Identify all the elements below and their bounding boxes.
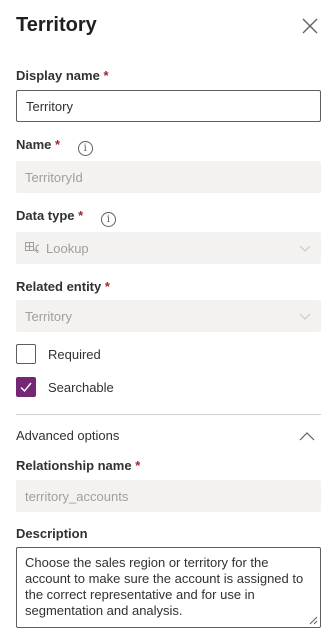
description-label: Description: [16, 526, 88, 541]
related-entity-label: Related entity *: [16, 279, 110, 294]
required-checkbox-label: Required: [48, 346, 101, 362]
divider: [16, 414, 321, 415]
data-type-label: Data type * i: [16, 208, 116, 227]
searchable-checkbox-row[interactable]: Searchable: [16, 377, 114, 397]
description-textarea[interactable]: Choose the sales region or territory for…: [16, 547, 321, 628]
resize-handle-icon[interactable]: [309, 616, 318, 625]
display-name-input[interactable]: Territory: [16, 90, 321, 122]
chevron-up-icon[interactable]: [299, 430, 315, 442]
advanced-options-label[interactable]: Advanced options: [16, 428, 119, 443]
searchable-checkbox[interactable]: [16, 377, 36, 397]
required-checkbox-row[interactable]: Required: [16, 344, 101, 364]
close-icon[interactable]: [301, 17, 319, 35]
relationship-name-label: Relationship name *: [16, 458, 141, 473]
relationship-name-input: territory_accounts: [16, 480, 321, 512]
required-checkbox[interactable]: [16, 344, 36, 364]
name-label: Name * i: [16, 137, 93, 156]
display-name-label: Display name *: [16, 68, 109, 83]
info-icon[interactable]: i: [100, 212, 116, 227]
name-input: TerritoryId: [16, 161, 321, 193]
chevron-down-icon: [299, 313, 311, 320]
data-type-select: Lookup: [16, 232, 321, 264]
chevron-down-icon: [299, 245, 311, 252]
info-icon[interactable]: i: [77, 141, 93, 156]
searchable-checkbox-label: Searchable: [48, 379, 114, 395]
checkmark-icon: [20, 382, 32, 393]
lookup-icon: [25, 242, 39, 254]
panel-title: Territory: [16, 14, 97, 36]
related-entity-select: Territory: [16, 300, 321, 332]
